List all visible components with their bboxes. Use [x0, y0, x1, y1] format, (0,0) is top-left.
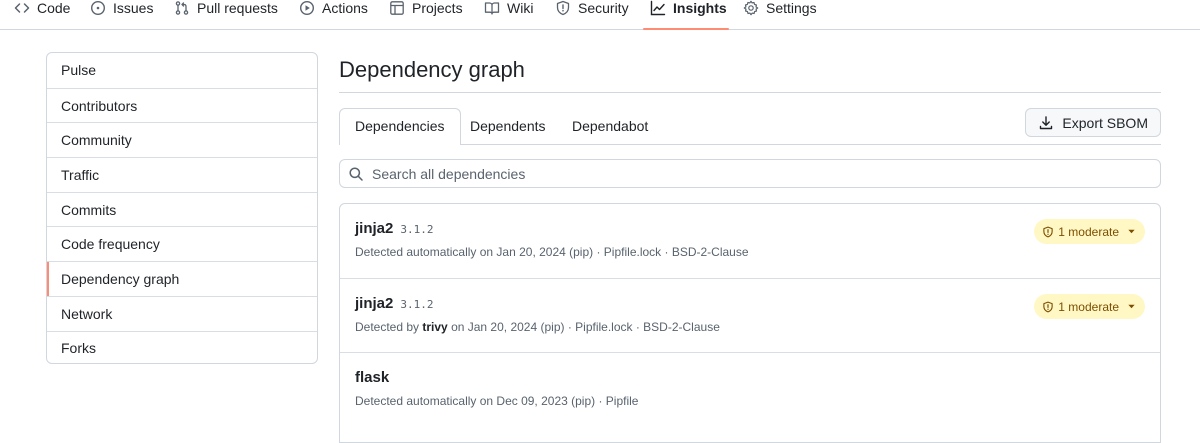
sidebar-item-commits[interactable]: Commits — [47, 191, 317, 227]
play-icon — [299, 0, 315, 16]
triangle-down-icon — [1128, 304, 1135, 309]
tab-security-label: Security — [578, 0, 629, 16]
sidebar-item-code-frequency[interactable]: Code frequency — [47, 226, 317, 261]
tab-security[interactable]: Security — [555, 0, 629, 30]
dependency-row: jinja2 3.1.2 Detected automatically on J… — [340, 204, 1160, 278]
tab-code[interactable]: Code — [14, 0, 70, 30]
selected-tab-underline — [643, 28, 729, 30]
tab-actions[interactable]: Actions — [299, 0, 368, 30]
code-icon — [14, 3, 30, 13]
dependency-search — [339, 159, 1161, 188]
dependency-tabnav: Dependencies Dependents Dependabot Expor… — [339, 108, 1161, 145]
sidebar-item-pulse[interactable]: Pulse — [47, 53, 317, 88]
tab-code-label: Code — [37, 0, 71, 16]
triangle-down-icon — [1128, 229, 1135, 234]
shield-icon — [556, 0, 570, 16]
tab-actions-label: Actions — [322, 0, 368, 16]
vulnerability-badge[interactable]: 1 moderate — [1034, 294, 1145, 319]
insights-sidebar: Pulse Contributors Community Traffic Com… — [46, 52, 318, 364]
dependency-row: flask Detected automatically on Dec 09, … — [340, 352, 1160, 426]
tab-wiki[interactable]: Wiki — [484, 0, 533, 30]
vulnerability-count: 1 moderate — [1058, 299, 1119, 314]
dependency-detector-link[interactable]: trivy — [422, 320, 447, 334]
tab-dependencies[interactable]: Dependencies — [339, 108, 461, 145]
tab-insights[interactable]: Insights — [650, 0, 727, 30]
dependency-row: jinja2 3.1.2 Detected by trivy on Jan 20… — [340, 278, 1160, 352]
gear-icon — [743, 0, 759, 16]
tab-settings[interactable]: Settings — [743, 0, 817, 30]
dependency-meta-text: Detected by — [355, 320, 423, 334]
sidebar-item-dependency-graph[interactable]: Dependency graph — [47, 261, 317, 296]
tab-issues-label: Issues — [113, 0, 154, 16]
tab-projects-label: Projects — [412, 0, 463, 16]
sidebar-item-contributors[interactable]: Contributors — [47, 87, 317, 123]
dependency-version: 3.1.2 — [400, 223, 434, 236]
export-sbom-button[interactable]: Export SBOM — [1025, 108, 1161, 137]
dependency-meta-text: on Jan 20, 2024 (pip) · Pipfile.lock · B… — [447, 320, 720, 334]
dependency-version: 3.1.2 — [400, 298, 434, 311]
tab-issues[interactable]: Issues — [90, 0, 153, 30]
dependency-name[interactable]: flask — [355, 369, 389, 386]
tab-projects[interactable]: Projects — [389, 0, 463, 30]
dependency-meta-text: Detected automatically on Jan 20, 2024 (… — [355, 245, 749, 259]
issue-opened-icon — [90, 0, 106, 16]
book-icon — [484, 2, 500, 15]
sidebar-item-forks[interactable]: Forks — [47, 330, 317, 364]
dependency-meta: Detected automatically on Jan 20, 2024 (… — [355, 245, 1145, 259]
sidebar-item-network[interactable]: Network — [47, 295, 317, 331]
dependency-name[interactable]: jinja2 — [355, 295, 393, 312]
shield-alert-icon — [1043, 226, 1053, 237]
dependency-meta: Detected automatically on Dec 09, 2023 (… — [355, 394, 1145, 408]
title-divider — [339, 92, 1161, 93]
search-input[interactable] — [372, 165, 1132, 182]
tab-insights-label: Insights — [673, 0, 727, 16]
tab-pull-requests-label: Pull requests — [197, 0, 278, 16]
vulnerability-count: 1 moderate — [1058, 224, 1119, 239]
shield-alert-icon — [1043, 301, 1053, 312]
table-icon — [390, 1, 404, 15]
dependency-name[interactable]: jinja2 — [355, 220, 393, 237]
dependency-meta-text: Detected automatically on Dec 09, 2023 (… — [355, 394, 639, 408]
sidebar-item-traffic[interactable]: Traffic — [47, 157, 317, 192]
search-icon — [349, 166, 363, 181]
dependency-list: jinja2 3.1.2 Detected automatically on J… — [339, 203, 1161, 443]
tab-settings-label: Settings — [766, 0, 817, 16]
tab-wiki-label: Wiki — [507, 0, 534, 16]
page-title: Dependency graph — [339, 57, 525, 82]
tab-dependents[interactable]: Dependents — [455, 108, 561, 145]
download-icon — [1040, 115, 1053, 129]
sidebar-item-community[interactable]: Community — [47, 122, 317, 157]
export-sbom-label: Export SBOM — [1062, 114, 1148, 131]
git-pull-request-icon — [175, 1, 189, 15]
graph-icon — [650, 0, 666, 16]
tab-pull-requests[interactable]: Pull requests — [174, 0, 278, 30]
vulnerability-badge[interactable]: 1 moderate — [1034, 219, 1145, 244]
repo-nav: Code Issues Pull requests Actions Projec… — [0, 0, 1200, 30]
tab-dependabot[interactable]: Dependabot — [557, 108, 663, 145]
dependency-meta: Detected by trivy on Jan 20, 2024 (pip) … — [355, 320, 1145, 334]
